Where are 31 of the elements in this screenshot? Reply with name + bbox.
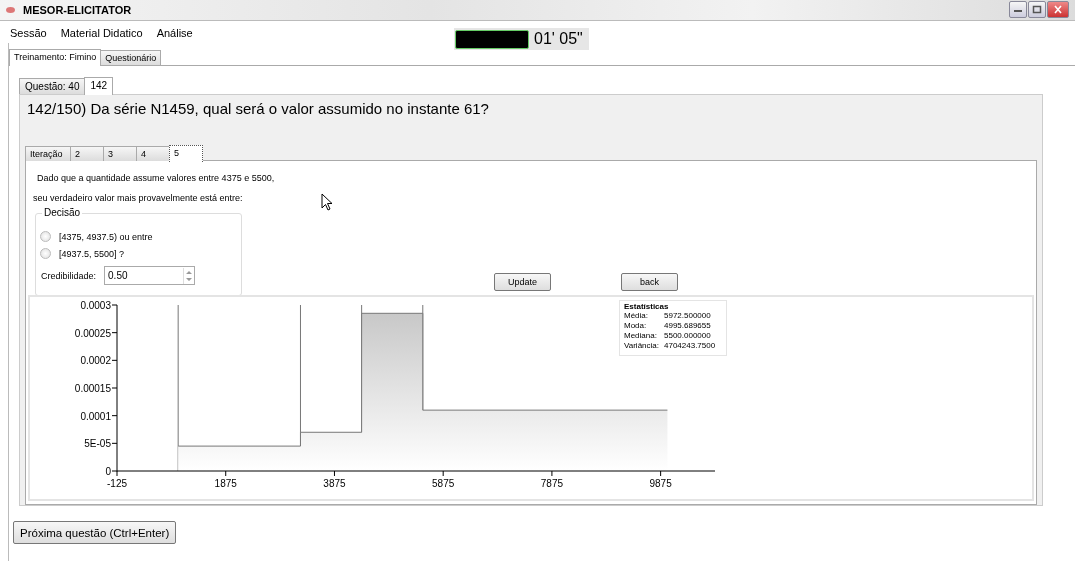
x-tick-label: 5875 [432, 478, 455, 489]
stats-title: Estatísticas [624, 302, 670, 311]
y-tick-label: 0.00015 [74, 383, 111, 394]
stat-label: Moda: [624, 321, 648, 331]
y-tick-label: 0.0003 [80, 300, 111, 311]
stat-value: 5500.000000 [664, 331, 711, 341]
radio-label: [4375, 4937.5) ou entre [59, 231, 153, 242]
y-tick-label: 5E-05 [84, 438, 111, 450]
y-tick-label: 0.00025 [74, 327, 111, 339]
window-title: MESOR-ELICITATOR [23, 4, 133, 16]
prompt-text: seu verdadeiro valor mais provavelmente está entre: [32, 192, 244, 205]
x-tick-label: 7875 [540, 478, 564, 489]
stat-label: Variância: [624, 341, 660, 351]
radio-label: [4937.5, 5500] ? [59, 248, 125, 259]
x-tick-label: -125 [107, 478, 127, 489]
prompt-text: Dado que a quantidade assume valores entre 4375 e 5500, [36, 172, 276, 185]
stat-value: 4995.689655 [664, 321, 711, 331]
x-tick-label: 1875 [214, 478, 237, 489]
stat-value: 5972.500000 [664, 311, 711, 321]
stat-value: 4704243.7500 [664, 341, 716, 351]
x-tick-label: 3875 [323, 478, 346, 489]
question-text: 142/150) Da série N1459, qual será o valor assumido no instante 61? [26, 100, 490, 119]
stat-label: Média: [624, 311, 649, 321]
y-tick-label: 0.0002 [80, 355, 111, 367]
y-tick-label: 0 [105, 466, 111, 477]
credibility-label: Credibilidade: [41, 270, 97, 281]
elapsed-time: 01' 05" [534, 30, 583, 48]
group-title: Decisão [42, 207, 83, 218]
y-tick-label: 0.0001 [80, 410, 111, 422]
x-tick-label: 9875 [649, 478, 672, 489]
stat-label: Mediana: [624, 331, 658, 341]
